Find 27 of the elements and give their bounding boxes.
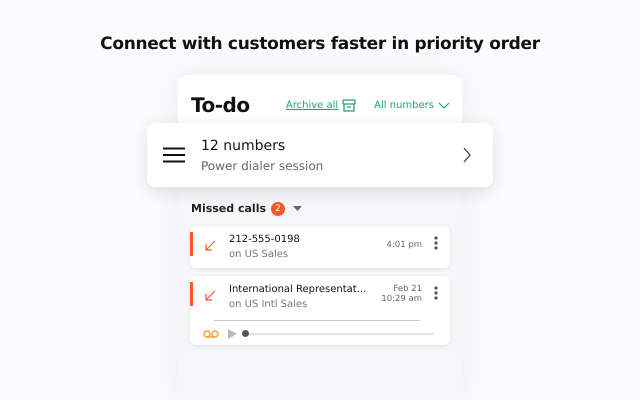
missed-call-icon (205, 290, 216, 300)
chevron-right-icon (463, 147, 471, 163)
progress-thumb[interactable] (242, 330, 249, 337)
chevron-down-icon (438, 102, 450, 108)
session-card[interactable]: 12 numbers Power dialer session (147, 123, 493, 187)
menu-icon (163, 147, 185, 163)
section-toggle[interactable]: Missed calls (191, 201, 266, 218)
count-badge: 2 (271, 202, 286, 216)
call-time: Feb 21 10:29 am (381, 284, 422, 305)
call-card[interactable]: International Representat... on US Intl Sales Feb 21 10:29 am (190, 276, 450, 344)
session-subtitle: Power dialer session (201, 158, 324, 174)
archive-icon (342, 98, 356, 112)
more-icon[interactable] (434, 236, 438, 250)
session-title: 12 numbers (201, 136, 286, 156)
missed-indicator (190, 282, 193, 306)
voicemail-icon (203, 330, 219, 338)
call-card[interactable]: 212-555-0198 on US Sales 4:01 pm (190, 226, 450, 268)
caller-name: 212-555-0198 (229, 232, 301, 246)
missed-indicator (190, 232, 193, 256)
line-name: on US Intl Sales (229, 298, 308, 312)
missed-call-icon (205, 240, 216, 250)
headline: Connect with customers faster in priority order (99, 33, 542, 56)
line-name: on US Sales (229, 248, 290, 262)
caller-name: International Representat... (229, 282, 368, 296)
panel-title: To-do (191, 92, 250, 119)
call-time: 4:01 pm (386, 240, 422, 250)
more-icon[interactable] (434, 286, 438, 300)
